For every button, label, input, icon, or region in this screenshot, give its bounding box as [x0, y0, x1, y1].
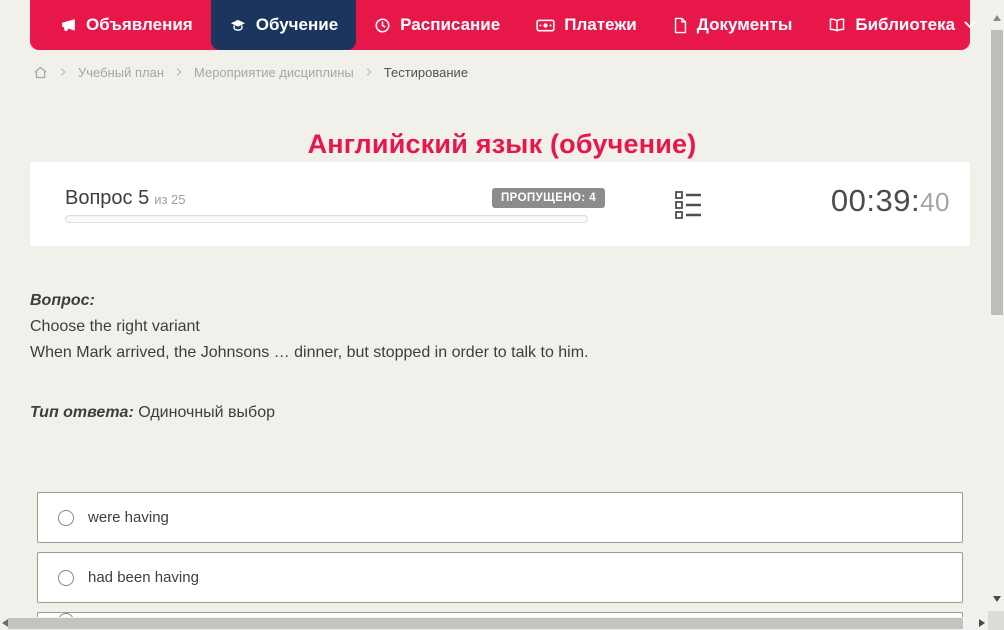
megaphone-icon	[60, 17, 77, 34]
progress-bar	[65, 215, 588, 223]
option-label: were having	[88, 509, 169, 526]
nav-item-schedule[interactable]: Расписание	[356, 0, 518, 50]
breadcrumb-separator-icon	[364, 67, 374, 77]
nav-item-documents[interactable]: Документы	[655, 0, 811, 50]
breadcrumb-item-curriculum[interactable]: Учебный план	[78, 65, 164, 80]
nav-item-label: Платежи	[564, 15, 637, 35]
nav-item-library[interactable]: Библиотека	[810, 0, 994, 50]
chevron-down-icon	[964, 21, 976, 29]
nav-item-payments[interactable]: Платежи	[518, 0, 655, 50]
breadcrumb-separator-icon	[58, 67, 68, 77]
nav-item-label: Расписание	[400, 15, 500, 35]
nav-item-announcements[interactable]: Объявления	[42, 0, 211, 50]
timer-hours-minutes: 00:39:	[831, 183, 920, 218]
nav-item-label: Документы	[697, 15, 793, 35]
scroll-right-arrow-icon[interactable]	[979, 619, 985, 627]
question-text: When Mark arrived, the Johnsons … dinner…	[30, 340, 930, 366]
banknote-icon	[536, 17, 555, 34]
answer-type: Тип ответа: Одиночный выбор	[30, 400, 275, 426]
scroll-down-arrow-icon[interactable]	[993, 596, 1001, 602]
nav-item-learning[interactable]: Обучение	[211, 0, 356, 50]
question-status-panel: Вопрос 5 из 25 ПРОПУЩЕНО: 4 00:39:40	[30, 162, 970, 246]
question-total: из 25	[154, 192, 185, 207]
answer-type-value: Одиночный выбор	[138, 404, 275, 421]
radio-button[interactable]	[58, 570, 74, 586]
clock-icon	[374, 17, 391, 34]
breadcrumb-separator-icon	[174, 67, 184, 77]
document-icon	[673, 17, 688, 34]
home-icon[interactable]	[33, 65, 48, 80]
scrollbar-corner	[988, 611, 1004, 630]
option-label: had been having	[88, 569, 199, 586]
breadcrumb-item-testing: Тестирование	[384, 65, 468, 80]
breadcrumb: Учебный план Мероприятие дисциплины Тест…	[33, 63, 468, 81]
scroll-left-arrow-icon[interactable]	[2, 619, 8, 627]
question-number: Вопрос 5 из 25	[65, 187, 186, 210]
question-block: Вопрос: Choose the right variant When Ma…	[30, 288, 930, 366]
nav-item-label: Обучение	[256, 15, 338, 35]
timer: 00:39:40	[831, 183, 950, 219]
nav-item-label: Объявления	[86, 15, 193, 35]
scroll-up-arrow-icon[interactable]	[993, 15, 1001, 21]
breadcrumb-item-discipline-event[interactable]: Мероприятие дисциплины	[194, 65, 354, 80]
radio-button[interactable]	[58, 510, 74, 526]
graduation-cap-icon	[229, 17, 247, 34]
question-list-icon[interactable]	[675, 190, 702, 225]
skipped-badge: ПРОПУЩЕНО: 4	[492, 188, 605, 208]
page-title: Английский язык (обучение)	[0, 129, 1004, 160]
nav-item-label: Библиотека	[855, 15, 955, 35]
timer-seconds: 40	[920, 187, 950, 217]
top-navbar: Объявления Обучение Расписание Платежи Д…	[30, 0, 970, 50]
question-label: Вопрос:	[30, 288, 930, 314]
open-book-icon	[828, 17, 846, 33]
horizontal-scrollbar-thumb[interactable]	[8, 618, 963, 629]
question-number-label: Вопрос 5	[65, 187, 149, 209]
answer-option-2[interactable]: had been having	[37, 552, 963, 603]
vertical-scrollbar-thumb[interactable]	[991, 30, 1003, 315]
answer-type-label: Тип ответа:	[30, 404, 134, 421]
question-instruction: Choose the right variant	[30, 314, 930, 340]
answer-option-1[interactable]: were having	[37, 492, 963, 543]
